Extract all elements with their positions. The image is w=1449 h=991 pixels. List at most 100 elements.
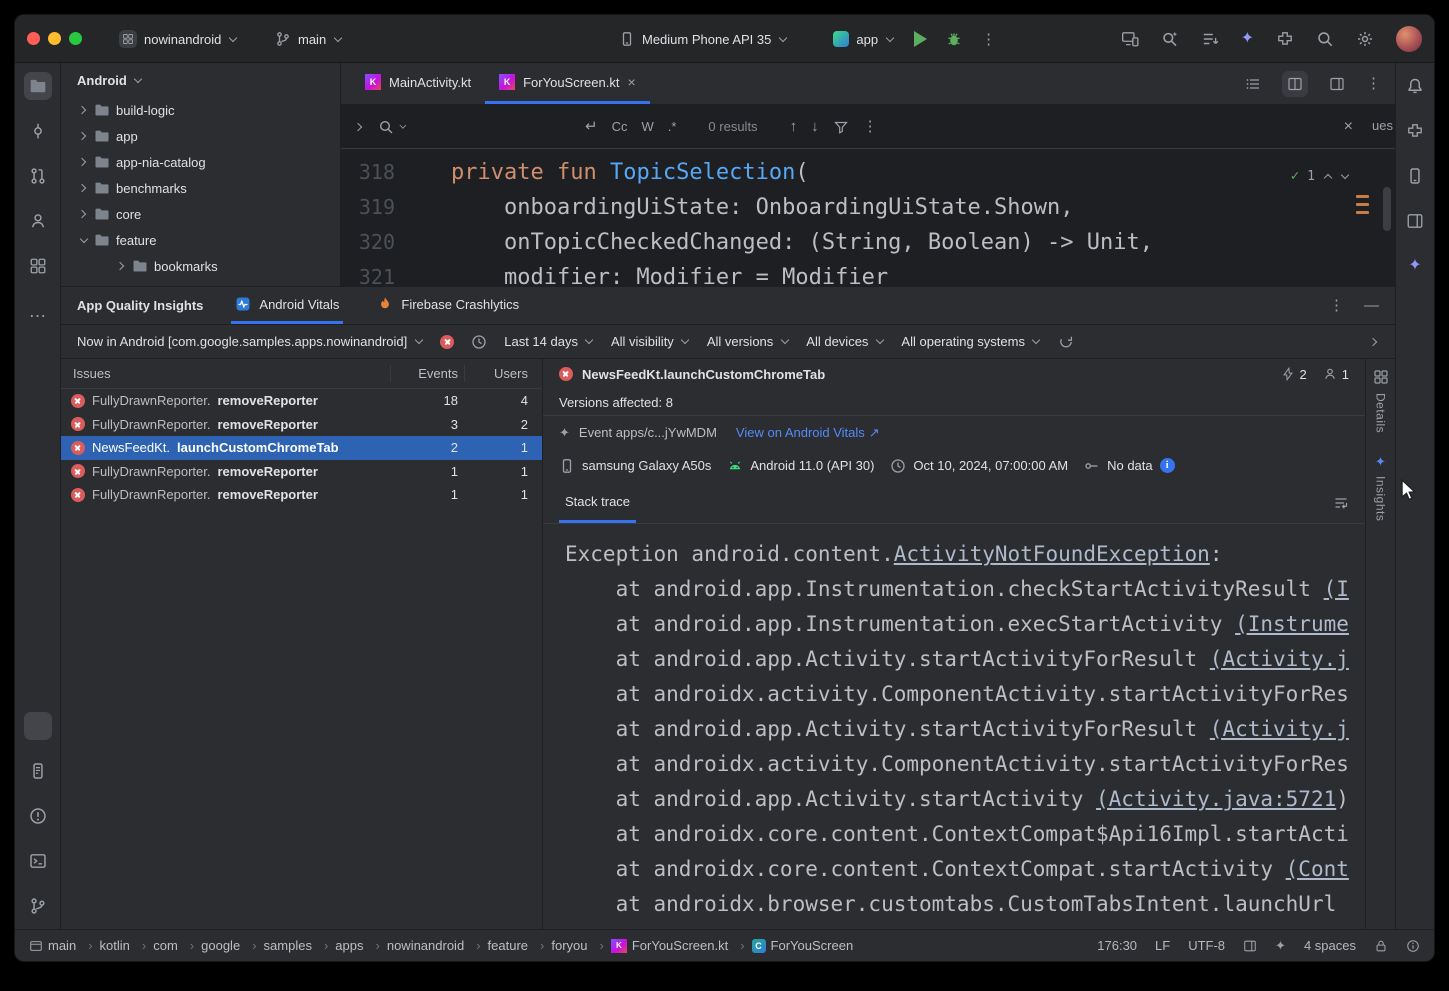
- commit-tool-icon[interactable]: [24, 117, 52, 145]
- inspections-widget[interactable]: ✓ 1: [1291, 159, 1349, 194]
- settings-gear-icon[interactable]: [1356, 30, 1374, 48]
- versions-dropdown[interactable]: All versions: [707, 334, 789, 349]
- layout-inspector-tool-icon[interactable]: [1401, 207, 1429, 235]
- code-editor[interactable]: 318 private fun TopicSelection( 319 onbo…: [341, 149, 1395, 286]
- maximize-window-button[interactable]: [69, 32, 82, 45]
- issue-row[interactable]: FullyDrawnReporter.removeReporter 1 1: [61, 483, 542, 507]
- debug-button[interactable]: [945, 30, 963, 48]
- indent-setting[interactable]: 4 spaces: [1304, 938, 1356, 953]
- line-separator[interactable]: LF: [1155, 938, 1170, 953]
- code-outline-icon[interactable]: [1240, 71, 1266, 97]
- gemini-tool-icon[interactable]: ✦: [1401, 252, 1429, 280]
- breadcrumb-item[interactable]: apps: [335, 938, 387, 953]
- editor-scrollbar[interactable]: [1383, 187, 1391, 231]
- resource-manager-tool-icon[interactable]: [24, 252, 52, 280]
- issue-row[interactable]: FullyDrawnReporter.removeReporter 1 1: [61, 460, 542, 484]
- status-indicator-icon[interactable]: [1406, 939, 1420, 953]
- line-number[interactable]: 319: [341, 190, 395, 225]
- panel-options-icon[interactable]: ⋮: [1329, 298, 1344, 313]
- editor-layout-icon[interactable]: [1324, 71, 1350, 97]
- next-occurrence-icon[interactable]: ↓: [811, 119, 819, 134]
- lock-icon[interactable]: [1374, 939, 1388, 953]
- breadcrumb-item[interactable]: foryou: [551, 938, 610, 953]
- line-number[interactable]: 321: [341, 260, 395, 286]
- editor-more-icon[interactable]: ⋮: [1366, 76, 1381, 91]
- stack-link[interactable]: (Activity.java:5721: [1096, 787, 1336, 811]
- more-run-options-icon[interactable]: ⋮: [981, 32, 996, 47]
- split-editor-icon[interactable]: [1282, 71, 1308, 97]
- tab-firebase-crashlytics[interactable]: Firebase Crashlytics: [373, 287, 523, 324]
- column-events[interactable]: Events: [390, 365, 464, 382]
- tree-item-benchmarks[interactable]: benchmarks: [61, 175, 340, 201]
- running-devices-icon[interactable]: [1121, 30, 1139, 48]
- tab-mainactivity[interactable]: K MainActivity.kt: [351, 63, 485, 104]
- ai-status-icon[interactable]: ✦: [1275, 939, 1286, 952]
- refresh-icon[interactable]: [1058, 334, 1074, 350]
- problems-tool-icon[interactable]: [24, 802, 52, 830]
- previous-occurrence-icon[interactable]: ↑: [790, 119, 798, 134]
- pull-requests-tool-icon[interactable]: [24, 162, 52, 190]
- view-on-android-vitals-link[interactable]: View on Android Vitals ↗: [736, 425, 880, 441]
- line-number[interactable]: 318: [341, 155, 395, 190]
- operating-systems-dropdown[interactable]: All operating systems: [901, 334, 1041, 349]
- stack-link[interactable]: (I: [1324, 577, 1349, 601]
- search-input[interactable]: [421, 119, 571, 134]
- tree-item-core[interactable]: core: [61, 201, 340, 227]
- tab-android-vitals[interactable]: Android Vitals: [231, 287, 343, 324]
- tree-item-build-logic[interactable]: build-logic: [61, 97, 340, 123]
- breadcrumb-item[interactable]: feature: [488, 938, 552, 953]
- tree-item-bookmarks[interactable]: bookmarks: [61, 253, 340, 279]
- plugins-icon[interactable]: [1276, 30, 1294, 48]
- gradle-tool-icon[interactable]: [1401, 117, 1429, 145]
- project-tool-icon[interactable]: [24, 72, 52, 100]
- column-users[interactable]: Users: [464, 365, 542, 382]
- version-control-tool-icon[interactable]: [24, 892, 52, 920]
- tree-item-app-nia-catalog[interactable]: app-nia-catalog: [61, 149, 340, 175]
- stack-link[interactable]: ActivityNotFoundException: [894, 542, 1210, 566]
- breadcrumb-item-function[interactable]: CForYouScreen: [752, 938, 859, 953]
- time-filter-icon[interactable]: [471, 334, 487, 350]
- minimize-window-button[interactable]: [48, 32, 61, 45]
- app-filter-dropdown[interactable]: Now in Android [com.google.samples.apps.…: [77, 334, 423, 349]
- breadcrumb-item[interactable]: samples: [264, 938, 336, 953]
- column-selection-icon[interactable]: [1243, 939, 1257, 953]
- run-configuration-selector[interactable]: app: [833, 31, 894, 47]
- visibility-dropdown[interactable]: All visibility: [611, 334, 690, 349]
- structure-updates-icon[interactable]: [1201, 30, 1219, 48]
- breadcrumb-item[interactable]: google: [201, 938, 263, 953]
- more-tool-windows-icon[interactable]: …: [24, 297, 52, 325]
- device-manager-tool-icon[interactable]: [1401, 162, 1429, 190]
- scroll-filters-right-icon[interactable]: [1370, 337, 1379, 346]
- tab-details-vertical[interactable]: Details: [1374, 393, 1388, 433]
- tab-foryouscreen[interactable]: K ForYouScreen.kt ×: [485, 63, 650, 104]
- whole-words-toggle[interactable]: W: [641, 119, 653, 134]
- breadcrumb-item[interactable]: kotlin: [100, 938, 154, 953]
- breadcrumb-item-file[interactable]: KForYouScreen.kt: [611, 938, 752, 953]
- column-issues[interactable]: Issues: [61, 366, 390, 381]
- expand-search-icon[interactable]: [355, 122, 364, 131]
- close-search-icon[interactable]: ×: [1344, 119, 1353, 135]
- details-tab-icon[interactable]: [1373, 369, 1389, 385]
- project-selector[interactable]: nowinandroid: [111, 26, 245, 52]
- search-newline-icon[interactable]: ↵: [585, 119, 598, 134]
- search-more-options-icon[interactable]: ⋮: [863, 119, 878, 134]
- logcat-tool-icon[interactable]: [24, 757, 52, 785]
- issue-row-selected[interactable]: NewsFeedKt.launchCustomChromeTab 2 1: [61, 436, 542, 460]
- project-view-selector[interactable]: Android: [61, 63, 340, 97]
- branch-selector[interactable]: main: [267, 26, 350, 52]
- app-quality-insights-tool-icon[interactable]: [24, 712, 52, 740]
- stack-link[interactable]: (Activity.j: [1210, 647, 1349, 671]
- next-problem-icon[interactable]: [1340, 172, 1349, 181]
- soft-wrap-icon[interactable]: [1333, 495, 1349, 511]
- user-avatar[interactable]: [1396, 26, 1422, 52]
- stack-link[interactable]: (Cont: [1286, 857, 1349, 881]
- devices-dropdown[interactable]: All devices: [806, 334, 884, 349]
- device-selector[interactable]: Medium Phone API 35: [619, 31, 787, 47]
- file-encoding[interactable]: UTF-8: [1188, 938, 1225, 953]
- match-case-toggle[interactable]: Cc: [612, 119, 628, 134]
- search-with-ai-icon[interactable]: [1161, 30, 1179, 48]
- issue-row[interactable]: FullyDrawnReporter.removeReporter 3 2: [61, 413, 542, 437]
- breadcrumb-item[interactable]: nowinandroid: [387, 938, 488, 953]
- tab-insights-vertical[interactable]: Insights: [1374, 476, 1388, 521]
- tab-stack-trace[interactable]: Stack trace: [559, 482, 636, 523]
